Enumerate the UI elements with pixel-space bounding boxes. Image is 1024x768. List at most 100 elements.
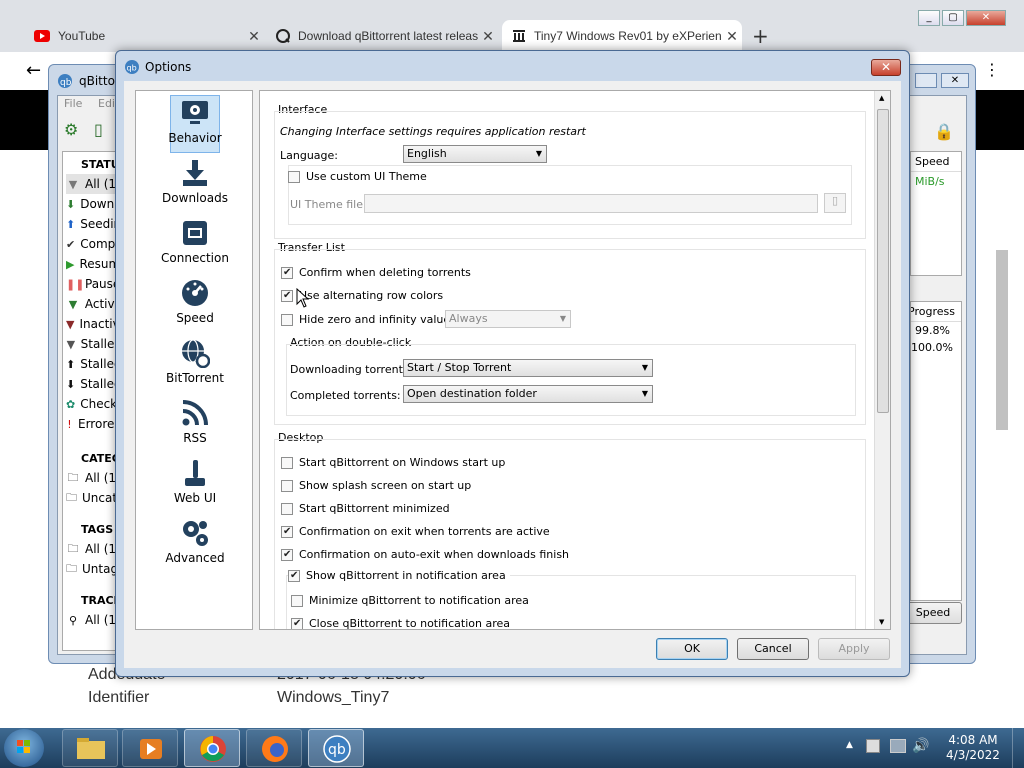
- page-scrollbar-thumb[interactable]: [996, 250, 1008, 430]
- close-tab-icon[interactable]: ✕: [722, 28, 742, 45]
- status-filter-item[interactable]: ▼ All (1): [66, 174, 122, 194]
- status-filter-item[interactable]: ⬆Seeding: [66, 214, 122, 234]
- category-uncategorized[interactable]: 🗀Uncategorized (1): [66, 488, 122, 508]
- custom-theme-checkbox[interactable]: Use custom UI Theme: [288, 170, 427, 183]
- taskbar-explorer[interactable]: [62, 729, 118, 767]
- windows-logo-icon: [17, 740, 30, 753]
- language-select[interactable]: English ▼: [403, 145, 547, 163]
- maximize-button[interactable]: ▢: [942, 10, 964, 26]
- desktop-option-checkbox[interactable]: Show splash screen on start up: [281, 479, 471, 492]
- category-downloads[interactable]: Downloads: [136, 153, 254, 211]
- tracker-all[interactable]: ⚲ All (1): [66, 610, 122, 630]
- status-filter-item[interactable]: ▼Inactive: [66, 314, 122, 334]
- filter-icon: ▼: [66, 317, 75, 331]
- category-advanced[interactable]: Advanced: [136, 513, 254, 571]
- taskbar-chrome[interactable]: [184, 729, 240, 767]
- apply-button[interactable]: Apply: [818, 638, 890, 660]
- network-icon[interactable]: [890, 739, 906, 753]
- status-filter-item[interactable]: ▼ Stalled: [66, 334, 122, 354]
- status-filter-item[interactable]: ⬇Downloading: [66, 194, 122, 214]
- speed-column-header[interactable]: Speed: [911, 152, 961, 172]
- tray-option-checkbox[interactable]: Minimize qBittorrent to notification are…: [291, 594, 529, 607]
- tab-tiny7[interactable]: Tiny7 Windows Rev01 by eXPerience ✕: [502, 20, 742, 52]
- tab-youtube[interactable]: YouTube ✕: [24, 20, 264, 52]
- start-button[interactable]: [4, 729, 44, 767]
- speed-button[interactable]: Speed: [904, 602, 962, 624]
- monitor-gear-icon: [136, 98, 254, 128]
- chevron-down-icon: ▼: [559, 314, 566, 323]
- add-torrent-link-icon[interactable]: ⚙: [64, 120, 78, 139]
- category-web-ui[interactable]: Web UI: [136, 453, 254, 511]
- taskbar-qbittorrent[interactable]: qb: [308, 729, 364, 767]
- status-filter-item[interactable]: ▶Resumed: [66, 254, 122, 274]
- scroll-up-icon[interactable]: ▲: [879, 94, 884, 102]
- progress-value: 100.0%: [911, 341, 953, 354]
- clock-time: 4:08 AM: [948, 733, 998, 747]
- theme-file-input[interactable]: [364, 194, 818, 213]
- scrollbar-thumb[interactable]: [877, 109, 889, 413]
- desktop-option-checkbox[interactable]: Confirmation on auto-exit when downloads…: [281, 548, 569, 561]
- taskbar-firefox[interactable]: [246, 729, 302, 767]
- lock-icon[interactable]: 🔒: [934, 122, 954, 144]
- checkbox-box: [288, 170, 300, 183]
- status-filter-item[interactable]: ⬇Stalled Downloading: [66, 374, 122, 394]
- back-arrow-icon[interactable]: ←: [26, 60, 41, 81]
- tab-qbittorrent-download[interactable]: Download qBittorrent latest release ✕: [266, 20, 498, 52]
- category-all[interactable]: 🗀 All (1): [66, 468, 122, 488]
- minimize-button[interactable]: _: [918, 10, 940, 26]
- play-icon: ▶: [66, 257, 75, 271]
- hide-zero-mode-select[interactable]: Always ▼: [445, 310, 571, 328]
- close-tab-icon[interactable]: ✕: [478, 28, 498, 45]
- cancel-button[interactable]: Cancel: [737, 638, 809, 660]
- status-filter-item[interactable]: ✔Completed: [66, 234, 122, 254]
- more-menu-icon[interactable]: ⋮: [984, 60, 1000, 79]
- browser-tab-strip: YouTube ✕ Download qBittorrent latest re…: [0, 0, 1024, 52]
- new-tab-button[interactable]: +: [752, 24, 769, 48]
- maximize-button[interactable]: [915, 73, 937, 88]
- confirm-delete-checkbox[interactable]: Confirm when deleting torrents: [281, 266, 471, 279]
- close-button[interactable]: ✕: [871, 59, 901, 76]
- tray-option-checkbox[interactable]: Close qBittorrent to notification area: [291, 617, 510, 629]
- hide-zero-checkbox[interactable]: Hide zero and infinity values: [281, 313, 456, 326]
- close-button[interactable]: ✕: [941, 73, 969, 88]
- completed-action-select[interactable]: Open destination folder ▼: [403, 385, 653, 403]
- category-bittorrent[interactable]: BitTorrent: [136, 333, 254, 391]
- status-filter-item[interactable]: ! Errored: [66, 414, 122, 434]
- taskbar-media-player[interactable]: [122, 729, 178, 767]
- browse-folder-icon[interactable]: ▯: [824, 193, 846, 213]
- tab-title: Tiny7 Windows Rev01 by eXPerience: [534, 29, 722, 43]
- category-speed[interactable]: Speed: [136, 273, 254, 331]
- clock[interactable]: 4:08 AM 4/3/2022: [938, 733, 1008, 763]
- close-button[interactable]: ✕: [966, 10, 1006, 26]
- downloading-action-select[interactable]: Start / Stop Torrent ▼: [403, 359, 653, 377]
- menu-file[interactable]: File: [64, 97, 82, 110]
- checkbox-box: [281, 502, 293, 515]
- category-connection[interactable]: Connection: [136, 213, 254, 271]
- status-filter-item[interactable]: ❚❚Paused: [66, 274, 122, 294]
- scroll-down-icon[interactable]: ▼: [879, 618, 884, 626]
- status-filter-item[interactable]: ⬆Stalled Uploading: [66, 354, 122, 374]
- status-filter-item[interactable]: ✿Checking: [66, 394, 122, 414]
- desktop-option-checkbox[interactable]: Confirmation on exit when torrents are a…: [281, 525, 550, 538]
- down-arrow-icon: ⬇: [66, 197, 76, 211]
- qbittorrent-icon: [276, 29, 290, 43]
- add-torrent-file-icon[interactable]: ▯: [94, 120, 103, 139]
- settings-panel: Interface Changing Interface settings re…: [259, 90, 891, 630]
- category-rss[interactable]: RSS: [136, 393, 254, 451]
- desktop-option-checkbox[interactable]: Start qBittorrent minimized: [281, 502, 450, 515]
- action-center-icon[interactable]: [866, 739, 880, 753]
- volume-icon[interactable]: 🔊: [912, 738, 929, 754]
- settings-scrollbar[interactable]: ▲ ▼: [874, 91, 890, 629]
- category-behavior[interactable]: Behavior: [136, 93, 254, 153]
- desktop-option-checkbox[interactable]: Start qBittorrent on Windows start up: [281, 456, 505, 469]
- show-desktop-button[interactable]: [1012, 728, 1024, 768]
- checkbox-box: [281, 479, 293, 492]
- show-hidden-icons[interactable]: ▲: [846, 740, 853, 750]
- ok-button[interactable]: OK: [656, 638, 728, 660]
- tag-all[interactable]: 🗀 All (1): [66, 539, 122, 559]
- close-tab-icon[interactable]: ✕: [244, 28, 264, 45]
- progress-column-header[interactable]: Progress: [911, 302, 961, 322]
- tag-untagged[interactable]: 🗀Untagged (1): [66, 559, 122, 579]
- status-filter-item[interactable]: ▼ Active: [66, 294, 122, 314]
- show-tray-checkbox[interactable]: Show qBittorrent in notification area: [288, 569, 510, 582]
